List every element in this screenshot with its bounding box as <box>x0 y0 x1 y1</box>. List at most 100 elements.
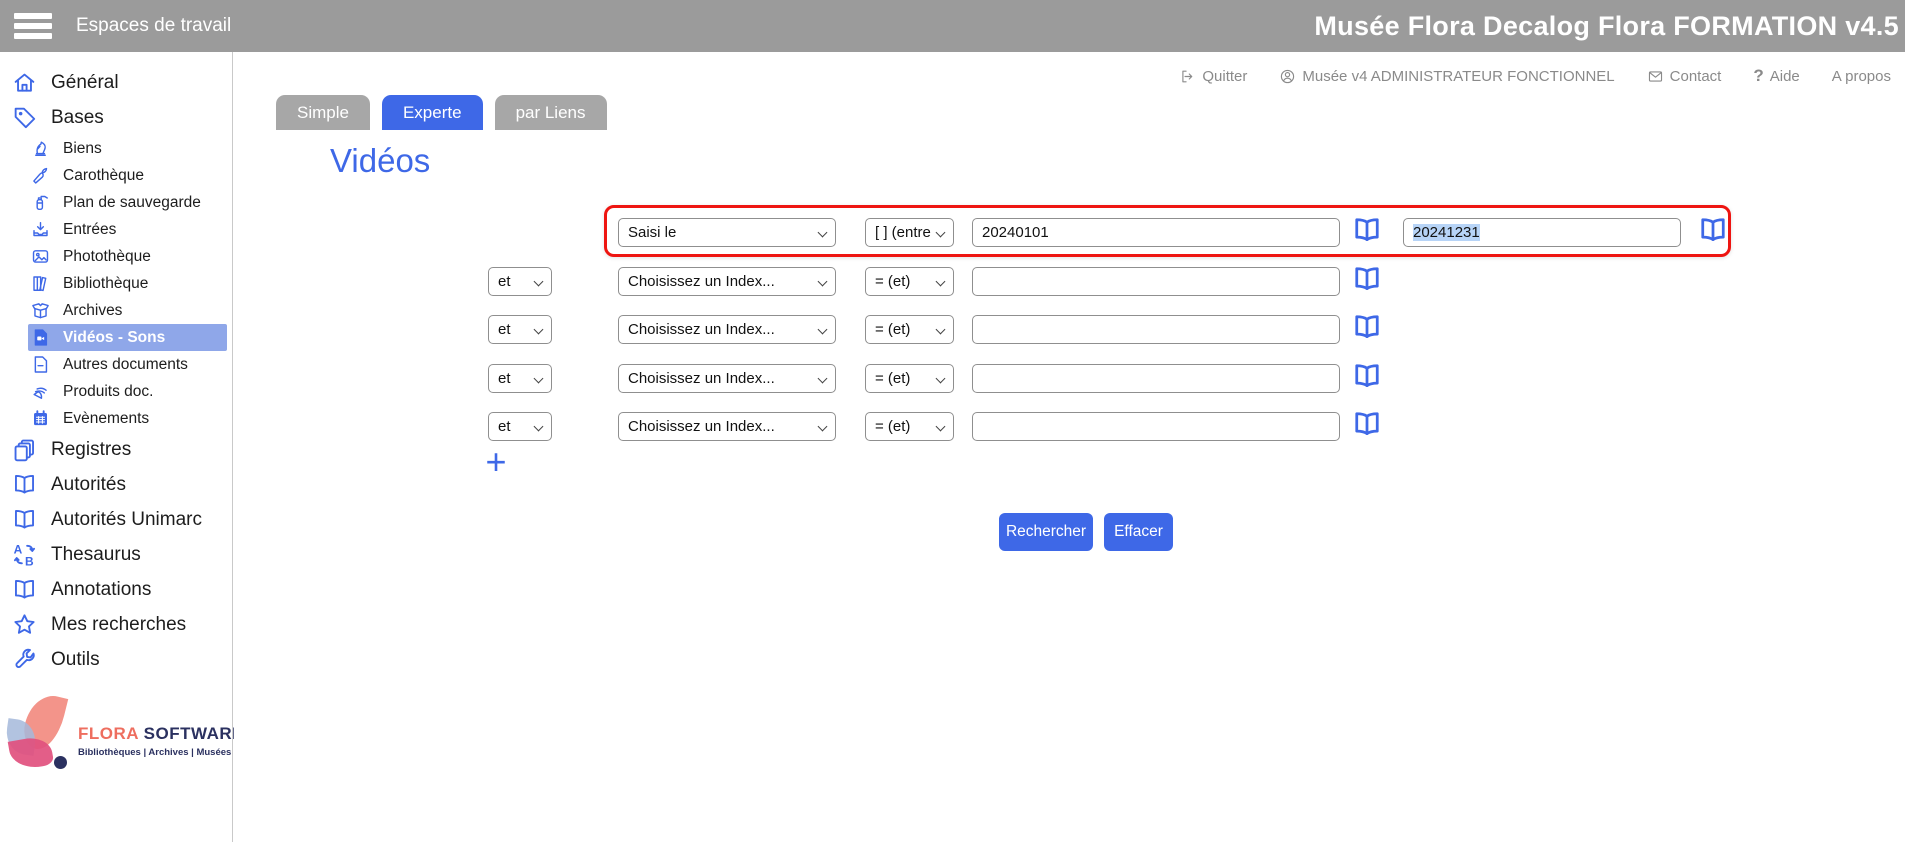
value-input[interactable] <box>972 412 1340 441</box>
open-book-icon <box>1698 215 1728 245</box>
operator-select[interactable]: [ ] (entre) <box>865 218 954 247</box>
tag-icon <box>12 105 37 130</box>
sidebar-item-mes-recherches[interactable]: Mes recherches <box>0 607 232 642</box>
operator-select[interactable]: = (et) <box>865 412 954 441</box>
boolean-select[interactable]: et <box>488 364 552 393</box>
search-button[interactable]: Rechercher <box>999 513 1093 551</box>
operator-select[interactable]: = (et) <box>865 267 954 296</box>
sidebar-item-label: Vidéos - Sons <box>63 329 165 347</box>
quit-link[interactable]: Quitter <box>1179 68 1247 85</box>
svg-text:A: A <box>14 542 23 556</box>
image-icon <box>31 247 50 266</box>
index-lookup-button[interactable] <box>1352 312 1382 342</box>
tab-experte[interactable]: Experte <box>382 95 483 130</box>
mail-icon <box>1647 68 1664 85</box>
main-content: Quitter Musée v4 ADMINISTRATEUR FONCTION… <box>234 52 1905 842</box>
operator-select[interactable]: = (et) <box>865 364 954 393</box>
value-to-input[interactable]: 20241231 <box>1403 218 1681 247</box>
index-lookup-button[interactable] <box>1352 409 1382 439</box>
sidebar-item-videos-sons[interactable]: Vidéos - Sons <box>28 324 227 351</box>
value-input[interactable] <box>972 267 1340 296</box>
app-title: Musée Flora Decalog Flora FORMATION v4.5 <box>1314 0 1899 52</box>
index-lookup-button[interactable] <box>1352 264 1382 294</box>
flora-software-logo: FLORA SOFTWARE Bibliothèques | Archives … <box>4 694 230 804</box>
chevron-down-icon <box>818 325 828 335</box>
sidebar-item-thesaurus[interactable]: AB Thesaurus <box>0 537 232 572</box>
open-book-icon <box>12 577 37 602</box>
sidebar-item-label: Evènements <box>63 410 149 428</box>
sidebar-item-entrees[interactable]: Entrées <box>28 216 232 243</box>
sidebar-item-label: Général <box>51 72 119 94</box>
sidebar-item-general[interactable]: Général <box>0 65 232 100</box>
boolean-select[interactable]: et <box>488 267 552 296</box>
sidebar-item-biens[interactable]: Biens <box>28 135 232 162</box>
sidebar-item-carotheque[interactable]: Carothèque <box>28 162 232 189</box>
sidebar-item-plan-de-sauvegarde[interactable]: Plan de sauvegarde <box>28 189 232 216</box>
index-select[interactable]: Saisi le <box>618 218 836 247</box>
sidebar-item-label: Archives <box>63 302 122 320</box>
star-icon <box>12 612 37 637</box>
value-input[interactable] <box>972 364 1340 393</box>
sidebar-item-phototheque[interactable]: Photothèque <box>28 243 232 270</box>
boolean-select[interactable]: et <box>488 315 552 344</box>
sidebar-item-autres-documents[interactable]: Autres documents <box>28 351 232 378</box>
operator-select[interactable]: = (et) <box>865 315 954 344</box>
tab-par-liens[interactable]: par Liens <box>495 95 607 130</box>
books-icon <box>31 274 50 293</box>
sidebar-item-annotations[interactable]: Annotations <box>0 572 232 607</box>
chevron-down-icon <box>936 228 946 238</box>
value-from-input[interactable]: 20240101 <box>972 218 1340 247</box>
index-select[interactable]: Choisissez un Index... <box>618 315 836 344</box>
sidebar-item-autorites[interactable]: Autorités <box>0 467 232 502</box>
fire-extinguisher-icon <box>31 193 50 212</box>
archive-box-icon <box>31 301 50 320</box>
hamburger-menu-icon[interactable] <box>14 13 52 39</box>
index-lookup-button[interactable] <box>1352 215 1382 245</box>
contact-link[interactable]: Contact <box>1647 68 1722 85</box>
clear-button[interactable]: Effacer <box>1104 513 1173 551</box>
value-input[interactable] <box>972 315 1340 344</box>
help-link[interactable]: ? Aide <box>1753 66 1799 86</box>
logo-dot <box>54 756 67 769</box>
sidebar-item-registres[interactable]: Registres <box>0 432 232 467</box>
sidebar-item-archives[interactable]: Archives <box>28 297 232 324</box>
add-criteria-row-button[interactable]: + <box>480 445 512 481</box>
index-lookup-button[interactable] <box>1352 361 1382 391</box>
sidebar-item-outils[interactable]: Outils <box>0 642 232 677</box>
sidebar-item-bases[interactable]: Bases <box>0 100 232 135</box>
help-label: Aide <box>1770 68 1800 85</box>
index-select[interactable]: Choisissez un Index... <box>618 412 836 441</box>
about-link[interactable]: A propos <box>1832 68 1891 85</box>
sidebar-item-label: Bibliothèque <box>63 275 148 293</box>
quit-label: Quitter <box>1202 68 1247 85</box>
translate-icon: AB <box>12 542 37 567</box>
open-book-icon <box>1352 312 1382 342</box>
workspace-label: Espaces de travail <box>76 0 231 52</box>
chevron-down-icon <box>818 374 828 384</box>
chevron-down-icon <box>534 325 544 335</box>
open-book-icon <box>1352 361 1382 391</box>
user-label: Musée v4 ADMINISTRATEUR FONCTIONNEL <box>1302 68 1614 85</box>
user-circle-icon <box>1279 68 1296 85</box>
plus-icon: + <box>485 441 506 482</box>
sidebar-item-produits-doc[interactable]: Produits doc. <box>28 378 232 405</box>
sidebar-item-label: Autorités Unimarc <box>51 509 202 531</box>
sidebar-item-label: Entrées <box>63 221 116 239</box>
copies-icon <box>12 437 37 462</box>
topbar: Espaces de travail Musée Flora Decalog F… <box>0 0 1905 52</box>
page-title: Vidéos <box>330 142 430 180</box>
sidebar-item-label: Plan de sauvegarde <box>63 194 201 212</box>
sidebar-item-autorites-unimarc[interactable]: Autorités Unimarc <box>0 502 232 537</box>
sidebar-item-bibliotheque[interactable]: Bibliothèque <box>28 270 232 297</box>
user-menu[interactable]: Musée v4 ADMINISTRATEUR FONCTIONNEL <box>1279 68 1614 85</box>
sidebar-item-label: Thesaurus <box>51 544 141 566</box>
index-select[interactable]: Choisissez un Index... <box>618 267 836 296</box>
sidebar-item-evenements[interactable]: Evènements <box>28 405 232 432</box>
chevron-down-icon <box>534 422 544 432</box>
index-lookup-button[interactable] <box>1698 215 1728 245</box>
index-select[interactable]: Choisissez un Index... <box>618 364 836 393</box>
paper-stack-icon <box>31 382 50 401</box>
boolean-select[interactable]: et <box>488 412 552 441</box>
chevron-down-icon <box>818 277 828 287</box>
tab-simple[interactable]: Simple <box>276 95 370 130</box>
